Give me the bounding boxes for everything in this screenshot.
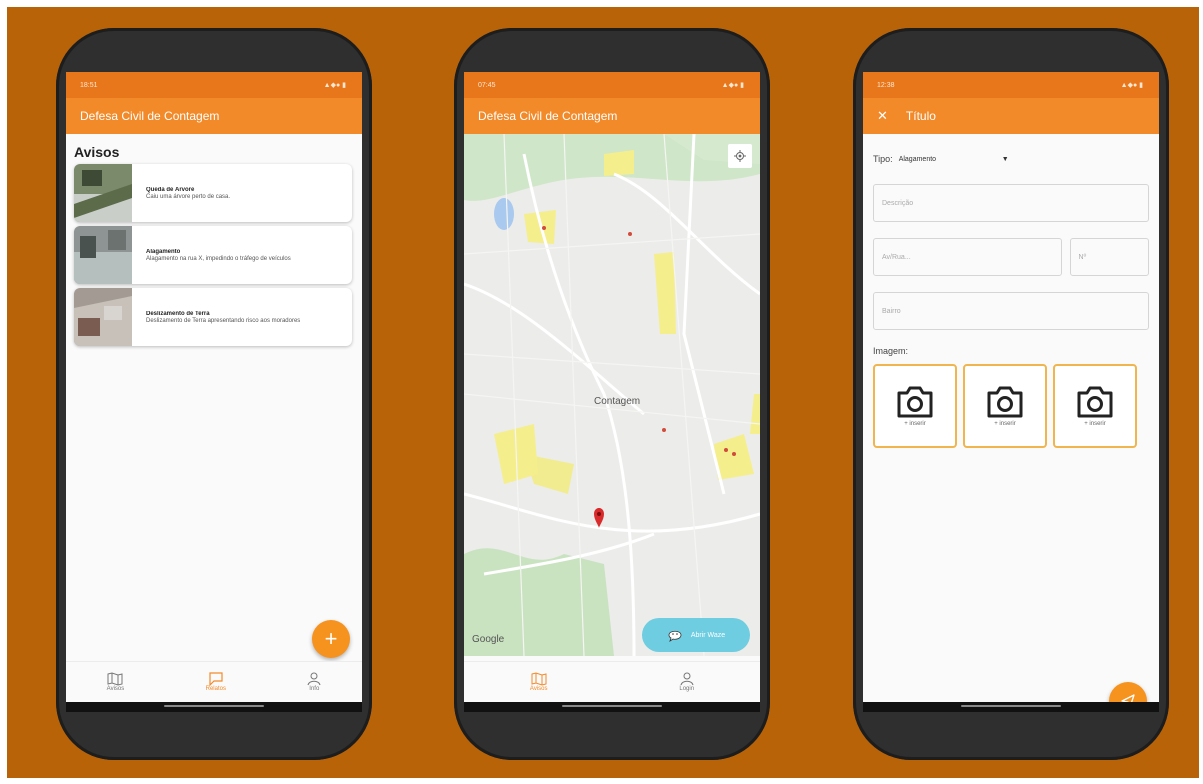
nav-label: Login (679, 686, 695, 692)
dropdown-arrow-icon: ▼ (1001, 155, 1009, 163)
image-slot[interactable]: + inserir (963, 364, 1047, 448)
map-icon (107, 672, 123, 686)
endereco-row: Av/Rua... Nº (873, 238, 1149, 276)
bairro-field[interactable]: Bairro (873, 292, 1149, 330)
app-bar: Defesa Civil de Contagem (66, 98, 362, 134)
numero-field[interactable]: Nº (1069, 238, 1149, 276)
aviso-card[interactable]: Queda de Árvore Caiu uma árvore perto de… (74, 164, 352, 222)
map-view[interactable] (464, 134, 760, 656)
bairro-placeholder: Bairro (882, 307, 901, 315)
plus-icon: + (324, 626, 338, 651)
app-bar: ✕ Título (863, 98, 1159, 134)
inserir-label: + inserir (904, 421, 926, 427)
aviso-card[interactable]: Deslizamento de Terra Deslizamento de Te… (74, 288, 352, 346)
aviso-desc: Caiu uma árvore perto de casa. (146, 193, 231, 200)
tipo-select[interactable]: Alagamento ▼ (899, 156, 1009, 163)
open-waze-button[interactable]: Abrir Waze (642, 618, 750, 652)
aviso-desc: Alagamento na rua X, impedindo o tráfego… (146, 255, 291, 262)
aviso-desc: Deslizamento de Terra apresentando risco… (146, 317, 301, 324)
phone-frame-mapa: 07:45 ▲◆● ▮ Defesa Civil de Contagem Con… (454, 28, 770, 760)
map-city-label: Contagem (594, 396, 641, 407)
image-slots: + inserir + inserir + inserir (873, 364, 1149, 448)
camera-icon (1077, 386, 1113, 418)
numero-placeholder: Nº (1078, 253, 1087, 261)
nav-label: Avisos (529, 686, 548, 692)
app-bar: Defesa Civil de Contagem (464, 98, 760, 134)
nav-item-avisos[interactable]: Avisos (530, 672, 548, 692)
camera-icon (897, 386, 933, 418)
chat-icon (209, 672, 223, 686)
nav-item-relatos[interactable]: Relatos (206, 672, 226, 692)
tipo-label: Tipo: (873, 154, 893, 164)
map-icon (531, 672, 547, 686)
descricao-field[interactable]: Descrição (873, 184, 1149, 222)
aviso-title: Alagamento (146, 248, 181, 255)
status-bar: 12:38 ▲◆● ▮ (863, 72, 1159, 98)
rua-field[interactable]: Av/Rua... (873, 238, 1062, 276)
home-indicator (66, 702, 362, 712)
nav-item-login[interactable]: Login (679, 672, 694, 692)
status-icons: ▲◆● ▮ (323, 82, 346, 89)
app-title: Defesa Civil de Contagem (80, 109, 220, 123)
nav-label: Relatos (205, 686, 226, 692)
inserir-label: + inserir (1084, 421, 1106, 427)
status-icons: ▲◆● ▮ (721, 82, 744, 89)
add-aviso-button[interactable]: + (312, 620, 350, 658)
waze-label: Abrir Waze (690, 631, 726, 639)
waze-icon (668, 630, 682, 642)
tipo-row: Tipo: Alagamento ▼ (873, 148, 1149, 170)
rua-placeholder: Av/Rua... (882, 253, 911, 261)
aviso-title: Deslizamento de Terra (146, 310, 210, 317)
status-time: 18:51 (80, 81, 98, 89)
phone-frame-avisos: 18:51 ▲◆● ▮ Defesa Civil de Contagem Avi… (56, 28, 372, 760)
form-title: Título (905, 109, 936, 123)
phone-frame-relato: 12:38 ▲◆● ▮ ✕ Título Tipo: Alagamento ▼ … (853, 28, 1169, 760)
tipo-value: Alagamento (898, 155, 937, 163)
nav-label: Avisos (106, 686, 125, 692)
nav-item-avisos[interactable]: Avisos (106, 672, 125, 692)
status-icons: ▲◆● ▮ (1120, 82, 1143, 89)
screen-relato: 12:38 ▲◆● ▮ ✕ Título Tipo: Alagamento ▼ … (863, 72, 1159, 712)
aviso-thumbnail (74, 226, 132, 284)
relato-form: Tipo: Alagamento ▼ Descrição Av/Rua... N… (863, 134, 1159, 448)
status-time: 07:45 (478, 81, 496, 89)
camera-icon (987, 386, 1023, 418)
descricao-placeholder: Descrição (882, 199, 914, 207)
inserir-label: + inserir (994, 421, 1016, 427)
person-icon (307, 672, 321, 686)
status-bar: 07:45 ▲◆● ▮ (464, 72, 760, 98)
google-logo: Google (472, 634, 505, 645)
avisos-heading: Avisos (74, 144, 120, 160)
bottom-nav: Avisos Login (464, 661, 760, 702)
screen-mapa: 07:45 ▲◆● ▮ Defesa Civil de Contagem Con… (464, 72, 760, 712)
aviso-thumbnail (74, 288, 132, 346)
bottom-nav: Avisos Relatos Info (66, 661, 362, 702)
status-time: 12:38 (877, 81, 895, 89)
app-title: Defesa Civil de Contagem (478, 109, 618, 123)
nav-item-info[interactable]: Info (307, 672, 321, 692)
aviso-card[interactable]: Alagamento Alagamento na rua X, impedind… (74, 226, 352, 284)
home-indicator (464, 702, 760, 712)
close-icon[interactable]: ✕ (877, 108, 888, 124)
aviso-title: Queda de Árvore (146, 186, 195, 193)
nav-label: Info (309, 686, 320, 692)
my-location-button[interactable] (728, 144, 752, 168)
screen-avisos: 18:51 ▲◆● ▮ Defesa Civil de Contagem Avi… (66, 72, 362, 712)
status-bar: 18:51 ▲◆● ▮ (66, 72, 362, 98)
aviso-thumbnail (74, 164, 132, 222)
person-icon (680, 672, 694, 686)
crosshair-icon (734, 150, 746, 162)
imagem-label: Imagem: (873, 346, 909, 356)
image-slot[interactable]: + inserir (1053, 364, 1137, 448)
image-slot[interactable]: + inserir (873, 364, 957, 448)
home-indicator (863, 702, 1159, 712)
